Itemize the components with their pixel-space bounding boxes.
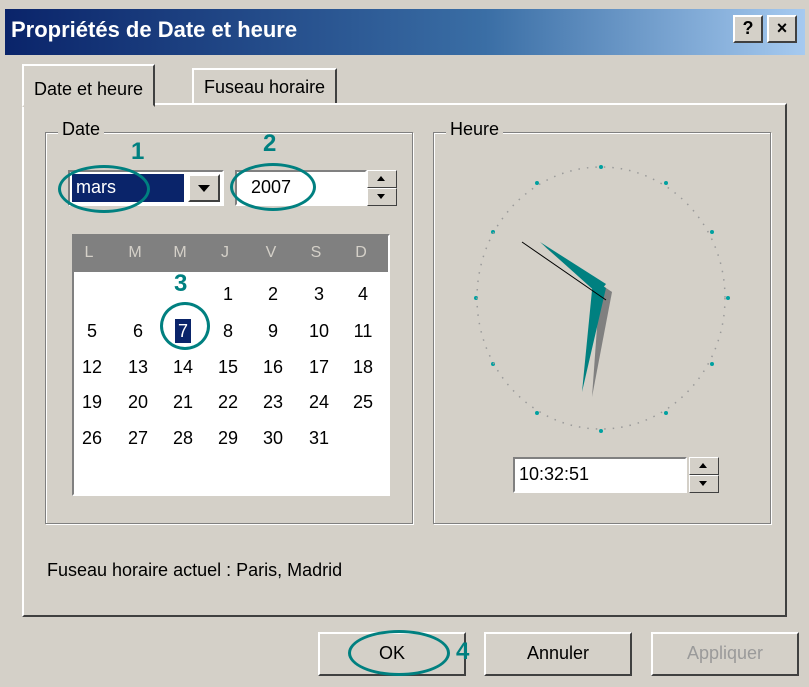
weekday-header: L M M J V S D — [74, 236, 388, 272]
help-button[interactable]: ? — [733, 15, 763, 43]
time-spinner[interactable] — [689, 457, 719, 493]
annotation-number: 3 — [174, 270, 188, 297]
calendar-day[interactable]: 12 — [75, 352, 109, 382]
calendar-day[interactable]: 14 — [166, 352, 200, 382]
time-group-label: Heure — [446, 119, 504, 140]
tab-date-time[interactable]: Date et heure — [22, 64, 156, 107]
calendar-day[interactable]: 17 — [302, 352, 336, 382]
spin-up-icon — [377, 176, 385, 181]
calendar-day[interactable]: 9 — [256, 316, 290, 346]
calendar-day[interactable]: 30 — [256, 423, 290, 453]
calendar-day[interactable]: 2 — [256, 279, 290, 309]
weekday-header-cell: V — [265, 244, 277, 261]
time-up-button[interactable] — [689, 457, 719, 475]
calendar-day[interactable]: 22 — [211, 387, 245, 417]
month-dropdown-button[interactable] — [188, 174, 220, 202]
cancel-button[interactable]: Annuler — [484, 632, 632, 676]
weekday-header-cell: S — [310, 244, 322, 261]
calendar-day[interactable]: 13 — [121, 352, 155, 382]
calendar-day[interactable]: 23 — [256, 387, 290, 417]
calendar-day[interactable]: 8 — [211, 316, 245, 346]
year-spinner[interactable] — [367, 170, 397, 206]
calendar-day[interactable]: 6 — [121, 316, 155, 346]
weekday-header-cell: J — [221, 244, 229, 261]
spin-down-icon — [377, 194, 385, 199]
calendar-day[interactable]: 26 — [75, 423, 109, 453]
annotation-circle — [230, 163, 316, 211]
date-time-properties-dialog: Propriétés de Date et heure ? × Date et … — [0, 0, 809, 687]
calendar-day[interactable]: 25 — [346, 387, 380, 417]
annotation-circle — [58, 165, 150, 213]
tab-time-zone[interactable]: Fuseau horaire — [192, 68, 338, 105]
month-calendar[interactable]: L M M J V S D 1 2 3 4 5 6 7 8 9 10 11 12… — [72, 234, 390, 496]
calendar-day[interactable]: 24 — [302, 387, 336, 417]
date-group-label: Date — [58, 119, 105, 140]
close-button[interactable]: × — [767, 15, 797, 43]
calendar-day[interactable]: 4 — [346, 279, 380, 309]
year-down-button[interactable] — [367, 188, 397, 206]
calendar-day[interactable]: 21 — [166, 387, 200, 417]
calendar-day[interactable]: 10 — [302, 316, 336, 346]
current-timezone-text: Fuseau horaire actuel : Paris, Madrid — [47, 560, 343, 580]
calendar-day[interactable]: 20 — [121, 387, 155, 417]
year-up-button[interactable] — [367, 170, 397, 188]
calendar-day[interactable]: 5 — [75, 316, 109, 346]
annotation-circle — [160, 302, 210, 350]
calendar-day[interactable]: 16 — [256, 352, 290, 382]
calendar-day[interactable]: 28 — [166, 423, 200, 453]
calendar-day[interactable]: 18 — [346, 352, 380, 382]
calendar-day[interactable]: 29 — [211, 423, 245, 453]
apply-button[interactable]: Appliquer — [651, 632, 799, 676]
calendar-day[interactable]: 19 — [75, 387, 109, 417]
time-down-button[interactable] — [689, 475, 719, 493]
weekday-header-cell: L — [84, 244, 94, 261]
spin-up-icon — [699, 463, 707, 468]
title-bar: Propriétés de Date et heure ? × — [5, 9, 805, 55]
time-input[interactable]: 10:32:51 — [513, 457, 687, 493]
time-value: 10:32:51 — [519, 464, 590, 484]
spin-down-icon — [699, 481, 707, 486]
analog-clock — [474, 165, 730, 433]
calendar-day[interactable]: 15 — [211, 352, 245, 382]
calendar-day[interactable]: 11 — [346, 316, 380, 346]
weekday-header-cell: M — [128, 244, 142, 261]
annotation-circle — [348, 630, 450, 676]
annotation-number: 1 — [131, 138, 145, 165]
annotation-number: 2 — [263, 130, 277, 157]
weekday-header-cell: M — [173, 244, 187, 261]
calendar-day[interactable]: 1 — [211, 279, 245, 309]
chevron-down-icon — [198, 185, 210, 192]
calendar-day[interactable]: 31 — [302, 423, 336, 453]
calendar-day[interactable]: 3 — [302, 279, 336, 309]
weekday-header-cell: D — [355, 244, 367, 261]
annotation-number: 4 — [456, 638, 470, 665]
window-title: Propriétés de Date et heure — [11, 17, 298, 42]
calendar-day[interactable]: 27 — [121, 423, 155, 453]
second-hand — [521, 241, 607, 301]
